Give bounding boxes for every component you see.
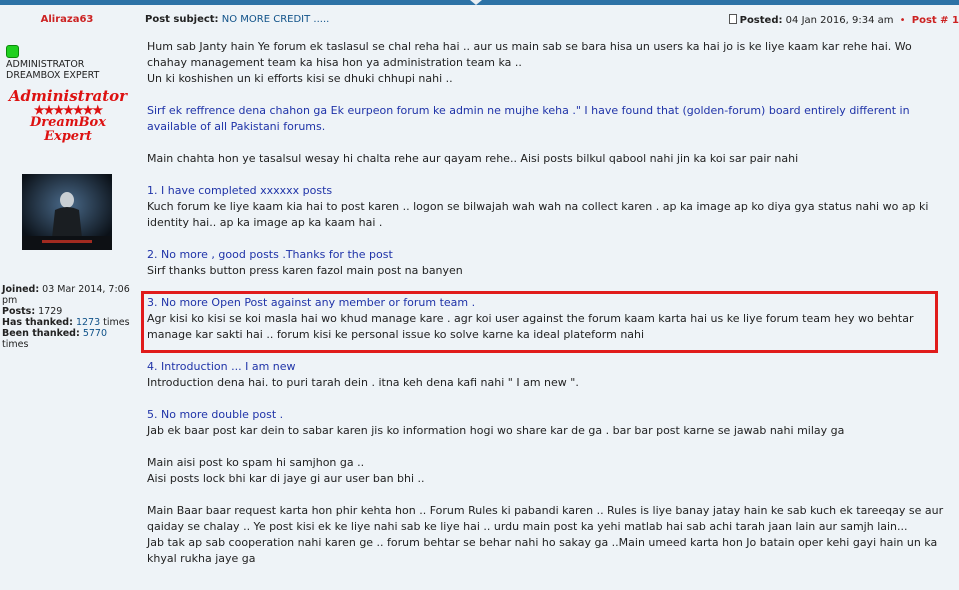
rank-image: Administrator ★★★★★★★ DreamBox Expert: [8, 87, 128, 144]
paragraph-intro-line-2: Un ki koshishen un ki efforts kisi se dh…: [147, 72, 453, 85]
rank-line-2: DREAMBOX EXPERT: [6, 70, 100, 81]
rule-5-text: Jab ek baar post kar dein to sabar karen…: [147, 424, 845, 437]
posts-label: Posts:: [2, 306, 36, 317]
avatar: [22, 174, 112, 250]
been-thanked-suffix: times: [2, 339, 29, 350]
post-icon[interactable]: [728, 14, 737, 24]
rule-2: 2. No more , good posts .Thanks for the …: [147, 247, 947, 279]
rule-1-title: 1. I have completed xxxxxx posts: [147, 184, 333, 197]
author-stats: Joined: 03 Mar 2014, 7:06 pm Posts: 1729…: [2, 284, 134, 350]
paragraph-closing: Main Baar baar request karta hon phir ke…: [147, 503, 947, 567]
joined-label: Joined:: [2, 284, 40, 295]
post-number[interactable]: Post # 1: [912, 15, 959, 26]
rule-2-title: 2. No more , good posts .Thanks for the …: [147, 248, 393, 261]
post-meta: Posted: 04 Jan 2016, 9:34 am • Post # 1: [728, 14, 959, 26]
posted-value: 04 Jan 2016, 9:34 am: [785, 15, 894, 26]
author-username[interactable]: Aliraza63: [0, 14, 134, 25]
bullet-icon: •: [899, 15, 906, 26]
rule-2-text: Sirf thanks button press karen fazol mai…: [147, 264, 463, 277]
rule-5-title: 5. No more double post .: [147, 408, 284, 421]
has-thanked-suffix: times: [103, 317, 130, 328]
rule-3: 3. No more Open Post against any member …: [141, 291, 947, 353]
post-author-panel: Aliraza63 ADMINISTRATOR DREAMBOX EXPERT …: [0, 6, 134, 590]
author-rank: ADMINISTRATOR DREAMBOX EXPERT: [6, 59, 99, 81]
paragraph-intro-line-1: Hum sab Janty hain Ye forum ek taslasul …: [147, 40, 912, 69]
paragraph-closing-line-1: Main Baar baar request karta hon phir ke…: [147, 504, 944, 533]
posts-value: 1729: [38, 306, 63, 317]
paragraph-continuity: Main chahta hon ye tasalsul wesay hi cha…: [147, 152, 799, 165]
paragraph-intro: Hum sab Janty hain Ye forum ek taslasul …: [147, 39, 947, 87]
rule-1: 1. I have completed xxxxxx posts Kuch for…: [147, 183, 947, 231]
post-subject: Post subject: NO MORE CREDIT .....: [145, 14, 329, 25]
rank-image-line-1: Administrator: [8, 87, 128, 105]
highlight-box: [141, 291, 938, 353]
rule-1-text: Kuch forum ke liye kaam kia hai to post …: [147, 200, 929, 229]
posted-label: Posted:: [739, 15, 783, 26]
has-thanked-link[interactable]: 1273: [76, 317, 100, 328]
been-thanked-label: Been thanked:: [2, 328, 80, 339]
top-bar: [0, 0, 959, 5]
paragraph-closing-line-2: Jab tak ap sab cooperation nahi karen ge…: [147, 536, 938, 565]
paragraph-spam-line-2: Aisi posts lock bhi kar di jaye gi aur u…: [147, 472, 425, 485]
top-bar-notch: [470, 0, 482, 5]
paragraph-spam-line-1: Main aisi post ko spam hi samjhon ga ..: [147, 456, 365, 469]
avatar-image: [22, 174, 112, 250]
post-body: Post subject: NO MORE CREDIT ..... Poste…: [140, 6, 959, 590]
rank-line-1: ADMINISTRATOR: [6, 59, 85, 70]
post-content: Hum sab Janty hain Ye forum ek taslasul …: [141, 39, 947, 583]
subject-link[interactable]: NO MORE CREDIT .....: [222, 14, 330, 25]
rank-image-line-2: DreamBox Expert: [30, 115, 106, 144]
subject-label: Post subject:: [145, 14, 219, 25]
has-thanked-label: Has thanked:: [2, 317, 73, 328]
rule-4: 4. Introduction ... I am new Introduction…: [147, 359, 947, 391]
online-status-icon: [6, 45, 19, 58]
rule-4-title: 4. Introduction ... I am new: [147, 360, 296, 373]
paragraph-spam: Main aisi post ko spam hi samjhon ga .. A…: [147, 455, 947, 487]
paragraph-reference: Sirf ek reffrence dena chahon ga Ek eurp…: [147, 104, 910, 133]
rule-5: 5. No more double post . Jab ek baar post…: [147, 407, 947, 439]
rule-4-text: Introduction dena hai. to puri tarah dei…: [147, 376, 579, 389]
been-thanked-link[interactable]: 5770: [83, 328, 107, 339]
